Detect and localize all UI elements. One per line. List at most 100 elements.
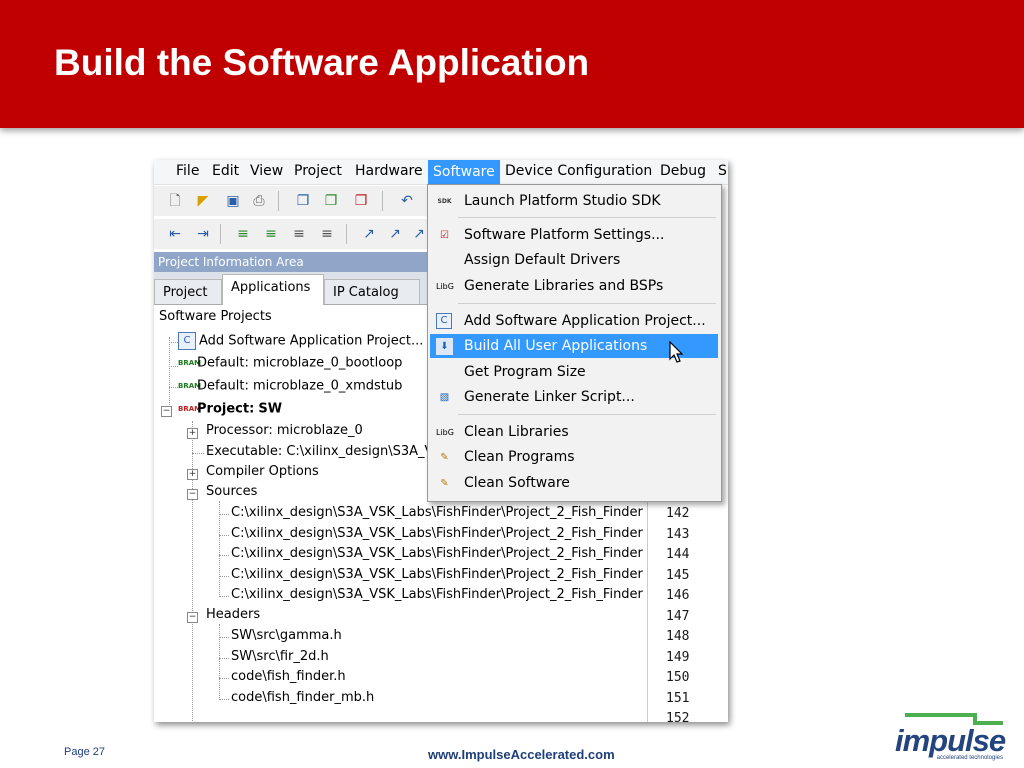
line-number: 142 bbox=[666, 506, 690, 521]
undo-icon[interactable]: ↶ bbox=[398, 192, 416, 210]
line-number: 143 bbox=[666, 527, 690, 542]
header-file[interactable]: SW\src\gamma.h bbox=[231, 628, 342, 643]
sdk-icon: SDK bbox=[437, 198, 452, 205]
eraser-icon: ✎ bbox=[440, 452, 449, 463]
find-prev-icon[interactable]: ↗ bbox=[410, 225, 428, 243]
tree-item-headers[interactable]: Headers bbox=[206, 607, 260, 622]
mouse-pointer-icon bbox=[669, 341, 684, 363]
collapse-headers-icon[interactable]: − bbox=[187, 612, 198, 623]
bookmark-next-icon[interactable]: ≡ bbox=[262, 225, 280, 243]
expand-compiler-icon[interactable]: + bbox=[187, 469, 198, 480]
header-file[interactable]: code\fish_finder_mb.h bbox=[231, 690, 374, 705]
menu-item-linker-script[interactable]: ▧ Generate Linker Script... bbox=[430, 385, 718, 409]
menu-separator bbox=[458, 217, 716, 218]
menu-item-add-application[interactable]: C Add Software Application Project... bbox=[430, 309, 718, 333]
source-file[interactable]: C:\xilinx_design\S3A_VSK_Labs\FishFinder… bbox=[231, 567, 643, 582]
tree-item-project-sw[interactable]: BRAMProject: SW bbox=[178, 401, 282, 417]
tree-line bbox=[219, 658, 229, 659]
source-file[interactable]: C:\xilinx_design\S3A_VSK_Labs\FishFinder… bbox=[231, 526, 643, 541]
line-number: 147 bbox=[666, 609, 690, 624]
align-icon[interactable]: ≡ bbox=[234, 225, 252, 243]
tree-item-label: Default: microblaze_0_bootloop bbox=[197, 355, 403, 371]
find-icon[interactable]: ↗ bbox=[360, 225, 378, 243]
collapse-project-icon[interactable]: − bbox=[161, 406, 172, 417]
menu-bar: File Edit View Project Hardware Software… bbox=[154, 160, 728, 185]
menu-item-generate-libraries[interactable]: LibG Generate Libraries and BSPs bbox=[430, 274, 718, 298]
menu-project[interactable]: Project bbox=[294, 163, 342, 179]
tree-item-add-application[interactable]: C Add Software Application Project... bbox=[178, 332, 423, 350]
ide-screenshot: File Edit View Project Hardware Software… bbox=[154, 160, 728, 722]
settings-check-icon: ☑ bbox=[440, 230, 449, 241]
tree-line bbox=[219, 555, 229, 556]
menu-view[interactable]: View bbox=[250, 163, 283, 179]
line-number: 150 bbox=[666, 670, 690, 685]
tab-ip-catalog[interactable]: IP Catalog bbox=[324, 279, 420, 304]
menu-debug[interactable]: Debug bbox=[660, 163, 706, 179]
menu-device-configuration[interactable]: Device Configuration bbox=[505, 163, 652, 179]
menu-item-platform-settings[interactable]: ☑ Software Platform Settings... bbox=[430, 223, 718, 247]
new-file-icon[interactable]: 🗋 bbox=[166, 192, 184, 210]
line-number: 152 bbox=[666, 711, 690, 722]
tree-header: Software Projects bbox=[159, 309, 272, 324]
menu-item-clean-software[interactable]: ✎ Clean Software bbox=[430, 471, 718, 495]
tree-item-default-xmdstub[interactable]: BRAMDefault: microblaze_0_xmdstub bbox=[178, 378, 402, 394]
clean-libg-icon: LibG bbox=[436, 428, 454, 437]
toolbar-separator bbox=[278, 191, 279, 211]
find-next-icon[interactable]: ↗ bbox=[386, 225, 404, 243]
toolbar-separator bbox=[346, 224, 347, 244]
tree-line bbox=[192, 421, 193, 722]
editor-line-numbers: 142 143 144 145 146 147 148 149 150 151 … bbox=[647, 500, 728, 722]
menu-separator bbox=[458, 303, 716, 304]
impulse-logo: impulse accelerated technologies bbox=[895, 713, 1007, 763]
tree-item-executable[interactable]: Executable: C:\xilinx_design\S3A_V bbox=[206, 444, 433, 459]
expand-processor-icon[interactable]: + bbox=[187, 428, 198, 439]
line-number: 149 bbox=[666, 650, 690, 665]
menu-item-clean-programs[interactable]: ✎ Clean Programs bbox=[430, 445, 718, 469]
tree-item-default-bootloop[interactable]: BRAMDefault: microblaze_0_bootloop bbox=[178, 355, 402, 371]
uncomment-icon[interactable]: ≡ bbox=[318, 225, 336, 243]
print-icon[interactable]: ⎙ bbox=[250, 192, 268, 210]
source-file[interactable]: C:\xilinx_design\S3A_VSK_Labs\FishFinder… bbox=[231, 587, 643, 602]
delete-project-icon[interactable]: ❐ bbox=[352, 192, 370, 210]
eraser-icon: ✎ bbox=[440, 478, 449, 489]
header-file[interactable]: code\fish_finder.h bbox=[231, 669, 346, 684]
save-icon[interactable]: ▣ bbox=[224, 192, 242, 210]
menu-s-truncated[interactable]: S bbox=[718, 163, 727, 179]
source-file[interactable]: C:\xilinx_design\S3A_VSK_Labs\FishFinder… bbox=[231, 546, 643, 561]
import-icon[interactable]: ❐ bbox=[322, 192, 340, 210]
tree-line bbox=[219, 699, 229, 700]
copy-project-icon[interactable]: ❐ bbox=[294, 192, 312, 210]
source-file[interactable]: C:\xilinx_design\S3A_VSK_Labs\FishFinder… bbox=[231, 505, 643, 520]
comment-icon[interactable]: ≡ bbox=[290, 225, 308, 243]
header-file[interactable]: SW\src\fir_2d.h bbox=[231, 649, 329, 664]
collapse-sources-icon[interactable]: − bbox=[187, 489, 198, 500]
tab-project[interactable]: Project bbox=[154, 279, 222, 304]
tree-line bbox=[219, 514, 229, 515]
tree-item-label: Add Software Application Project... bbox=[199, 333, 424, 349]
page-number: Page 27 bbox=[64, 746, 105, 758]
tree-item-processor[interactable]: Processor: microblaze_0 bbox=[206, 423, 363, 438]
tree-item-sources[interactable]: Sources bbox=[206, 484, 257, 499]
open-folder-icon[interactable]: ◤ bbox=[194, 192, 212, 210]
line-number: 151 bbox=[666, 691, 690, 706]
menu-item-launch-sdk[interactable]: SDK Launch Platform Studio SDK bbox=[430, 189, 718, 213]
tree-item-compiler-options[interactable]: Compiler Options bbox=[206, 464, 319, 479]
menu-file[interactable]: File bbox=[176, 163, 199, 179]
outdent-icon[interactable]: ⇤ bbox=[166, 225, 184, 243]
tab-applications[interactable]: Applications bbox=[222, 274, 324, 305]
toolbar-row-1: 🗋 ◤ ▣ ⎙ ❐ ❐ ❐ ↶ bbox=[154, 186, 429, 216]
menu-item-assign-drivers[interactable]: Assign Default Drivers bbox=[430, 248, 718, 272]
tree-line bbox=[219, 501, 220, 595]
tree-line bbox=[219, 576, 229, 577]
menu-item-clean-libraries[interactable]: LibG Clean Libraries bbox=[430, 420, 718, 444]
tree-line bbox=[192, 453, 204, 454]
menu-separator bbox=[458, 414, 716, 415]
build-download-icon: ⬇ bbox=[436, 338, 453, 355]
logo-green-bar bbox=[905, 713, 977, 717]
menu-hardware[interactable]: Hardware bbox=[355, 163, 423, 179]
website-link[interactable]: www.ImpulseAccelerated.com bbox=[428, 747, 615, 762]
menu-software[interactable]: Software bbox=[428, 160, 500, 184]
slide-header: Build the Software Application bbox=[0, 0, 1024, 128]
indent-icon[interactable]: ⇥ bbox=[194, 225, 212, 243]
menu-edit[interactable]: Edit bbox=[212, 163, 239, 179]
